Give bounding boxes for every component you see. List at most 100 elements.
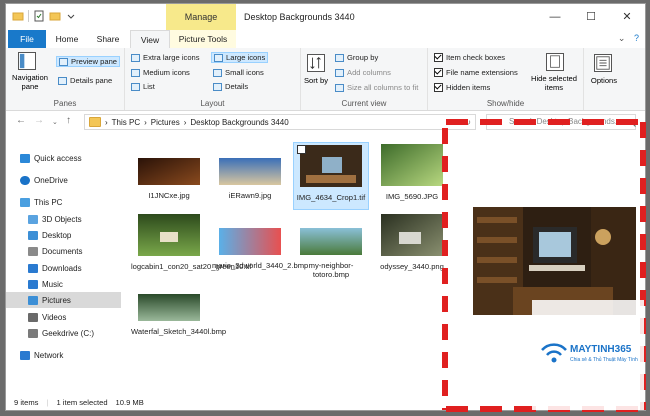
thumbnail: [300, 145, 362, 187]
sidebar-item-quick-access[interactable]: Quick access: [6, 150, 130, 166]
breadcrumb-this-pc[interactable]: This PC: [112, 118, 140, 127]
thumbnail: [138, 158, 200, 185]
sidebar-item-this-pc[interactable]: This PC: [6, 194, 130, 210]
checkbox[interactable]: [434, 83, 443, 92]
sidebar-item-label: Desktop: [42, 230, 72, 240]
tab-view[interactable]: View: [130, 30, 170, 49]
file-tile[interactable]: iERawn9.jpg: [212, 158, 288, 200]
document-icon: [28, 246, 38, 256]
sidebar-item-label: Pictures: [42, 295, 71, 305]
customize-qat-icon[interactable]: [65, 10, 77, 22]
collapse-ribbon-icon[interactable]: ⌄: [618, 33, 626, 43]
sidebar-item-desktop[interactable]: Desktop: [6, 227, 138, 243]
file-tile[interactable]: logcabin1_con20_sat20_green10.tif: [131, 214, 252, 271]
large-icons-option[interactable]: Large icons: [211, 52, 269, 63]
options-button[interactable]: Options: [584, 76, 624, 85]
add-columns-button[interactable]: Add columns: [335, 68, 391, 77]
preview-pane-button[interactable]: Preview pane: [56, 56, 121, 67]
sidebar-item-network[interactable]: Network: [6, 347, 130, 363]
folder-icon: [89, 117, 101, 127]
sort-by-button[interactable]: Sort by: [301, 76, 331, 85]
item-count: 9 items: [14, 397, 39, 407]
small-icons-option[interactable]: Small icons: [213, 68, 264, 77]
hidden-items-label: Hidden items: [446, 83, 491, 92]
list-option[interactable]: List: [131, 82, 155, 91]
wifi-logo-icon: [541, 343, 567, 363]
medium-icons-option[interactable]: Medium icons: [131, 68, 190, 77]
hidden-items-toggle[interactable]: Hidden items: [434, 83, 490, 92]
file-tile[interactable]: my-neighbor-totoro.bmp: [293, 228, 369, 280]
group-by-button[interactable]: Group by: [335, 53, 378, 62]
file-tile[interactable]: Waterfal_Sketch_3440l.bmp: [131, 294, 227, 336]
tab-home[interactable]: Home: [50, 30, 84, 48]
size-all-columns-button[interactable]: Size all columns to fit: [335, 83, 418, 92]
file-name-extensions-label: File name extensions: [446, 68, 518, 77]
file-tile[interactable]: IMG_5690.JPG: [374, 144, 450, 201]
sort-icon[interactable]: [307, 54, 325, 72]
file-tile[interactable]: odyssey_3440.png: [374, 214, 450, 271]
up-icon[interactable]: ↑: [66, 115, 71, 126]
computer-icon: [20, 197, 30, 207]
minimize-button[interactable]: —: [537, 4, 573, 30]
highlight-border-top: [446, 119, 642, 125]
pictures-icon: [28, 295, 38, 305]
properties-icon[interactable]: [33, 10, 45, 22]
navigation-pane-button[interactable]: Navigation pane: [8, 73, 52, 91]
file-tile-selected[interactable]: IMG_4634_Crop1.tif: [293, 142, 369, 210]
sidebar-item-label: OneDrive: [34, 175, 68, 185]
thumbnail: [381, 144, 443, 186]
item-check-boxes-toggle[interactable]: Item check boxes: [434, 53, 505, 62]
thumbnail: [219, 228, 281, 255]
checkbox[interactable]: [434, 68, 443, 77]
sidebar-item-geekdrive[interactable]: Geekdrive (C:): [6, 325, 138, 341]
tab-file[interactable]: File: [8, 30, 46, 48]
sidebar-item-onedrive[interactable]: OneDrive: [6, 172, 130, 188]
help-icon[interactable]: ?: [634, 33, 639, 43]
folder-icon[interactable]: [12, 10, 24, 22]
new-folder-icon[interactable]: [49, 10, 61, 22]
close-button[interactable]: ✕: [609, 4, 645, 30]
small-icons-label: Small icons: [225, 68, 264, 77]
sidebar-item-music[interactable]: Music: [6, 276, 138, 292]
large-icons-label: Large icons: [226, 53, 266, 62]
add-columns-label: Add columns: [347, 68, 391, 77]
breadcrumb-pictures[interactable]: Pictures: [151, 118, 180, 127]
sidebar-item-videos[interactable]: Videos: [6, 309, 138, 325]
manage-tab[interactable]: Manage: [166, 4, 236, 30]
file-name: Waterfal_Sketch_3440l.bmp: [131, 326, 227, 336]
maximize-button[interactable]: ☐: [573, 4, 609, 30]
file-name: iERawn9.jpg: [228, 190, 272, 200]
sidebar-item-documents[interactable]: Documents: [6, 243, 138, 259]
checkbox[interactable]: [297, 145, 306, 154]
recent-locations-icon[interactable]: ⌄: [52, 118, 58, 126]
sidebar-item-3d-objects[interactable]: 3D Objects: [6, 211, 138, 227]
checkbox[interactable]: [434, 53, 443, 62]
details-option[interactable]: Details: [213, 82, 248, 91]
address-bar[interactable]: › This PC › Pictures › Desktop Backgroun…: [84, 114, 476, 130]
forward-icon[interactable]: →: [34, 115, 44, 126]
breadcrumb-current-folder[interactable]: Desktop Backgrounds 3440: [190, 118, 288, 127]
file-name: logcabin1_con20_sat20_green10.tif: [131, 261, 252, 271]
back-icon[interactable]: ←: [16, 115, 26, 126]
file-tile[interactable]: I1JNCxe.jpg: [131, 158, 207, 200]
extra-large-icons-option[interactable]: Extra large icons: [131, 53, 200, 62]
panes-group: Navigation pane Preview pane Details pan…: [6, 48, 125, 110]
sidebar-item-pictures[interactable]: Pictures: [6, 292, 138, 308]
thumbnail: [219, 158, 281, 185]
hide-selected-items-button[interactable]: Hide selected items: [526, 74, 582, 92]
layout-group: Extra large icons Large icons Medium ico…: [125, 48, 301, 110]
file-name-extensions-toggle[interactable]: File name extensions: [434, 68, 518, 77]
sidebar-item-downloads[interactable]: Downloads: [6, 260, 138, 276]
file-tile[interactable]: mario_3dworld_3440_2.bmp: [212, 228, 308, 270]
hide-selected-icon[interactable]: [546, 53, 564, 71]
details-pane-button[interactable]: Details pane: [58, 76, 112, 85]
options-icon[interactable]: [594, 54, 612, 72]
thumbnail: [138, 294, 200, 321]
tab-picture-tools[interactable]: Picture Tools: [170, 30, 236, 48]
thumbnail: [138, 214, 200, 256]
cloud-icon: [20, 175, 30, 185]
tab-share[interactable]: Share: [90, 30, 126, 48]
medium-icons-label: Medium icons: [143, 68, 190, 77]
window-title: Desktop Backgrounds 3440: [244, 12, 355, 22]
navigation-pane-icon[interactable]: [18, 52, 36, 70]
